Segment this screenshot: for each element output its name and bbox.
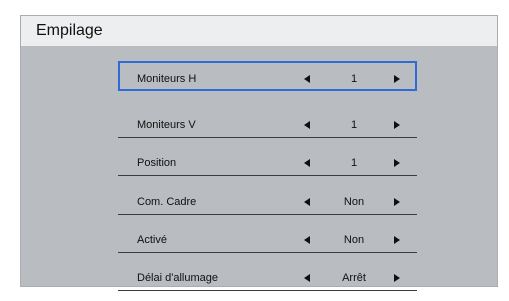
setting-label: Délai d'allumage (137, 272, 218, 285)
stacking-menu-panel: Empilage Moniteurs H 1 Moniteurs V 1 Pos… (20, 15, 498, 292)
screen: Empilage Moniteurs H 1 Moniteurs V 1 Pos… (0, 0, 509, 301)
decrease-arrow-icon[interactable] (304, 120, 310, 129)
decrease-arrow-icon[interactable] (304, 235, 310, 244)
menu-title-bar: Empilage (21, 16, 497, 46)
decrease-arrow-icon[interactable] (304, 159, 310, 168)
setting-row-power-on-delay[interactable]: Délai d'allumage Arrêt (118, 253, 417, 292)
increase-arrow-icon[interactable] (394, 120, 400, 129)
increase-arrow-icon[interactable] (394, 235, 400, 244)
setting-row-frame-comp[interactable]: Com. Cadre Non (118, 176, 417, 215)
setting-value: Arrêt (342, 272, 366, 285)
setting-value: Non (343, 233, 365, 246)
increase-arrow-icon[interactable] (394, 197, 400, 206)
setting-value: 1 (350, 73, 358, 85)
increase-arrow-icon[interactable] (394, 274, 400, 283)
increase-arrow-icon[interactable] (394, 75, 400, 83)
setting-row-position[interactable]: Position 1 (118, 138, 417, 177)
setting-label: Moniteurs H (137, 73, 197, 85)
setting-label: Moniteurs V (137, 118, 196, 131)
setting-value: 1 (350, 118, 358, 131)
setting-label: Activé (137, 233, 167, 246)
increase-arrow-icon[interactable] (394, 159, 400, 168)
setting-row-enabled[interactable]: Activé Non (118, 215, 417, 253)
setting-label: Position (137, 157, 177, 170)
menu-title: Empilage (36, 22, 103, 39)
setting-value: 1 (350, 157, 358, 170)
settings-list: Moniteurs H 1 Moniteurs V 1 Position 1 C… (118, 61, 417, 292)
setting-row-monitors-h[interactable]: Moniteurs H 1 (118, 61, 417, 91)
setting-value: Non (343, 195, 365, 208)
setting-row-monitors-v[interactable]: Moniteurs V 1 (118, 99, 417, 138)
decrease-arrow-icon[interactable] (304, 274, 310, 283)
decrease-arrow-icon[interactable] (304, 75, 310, 83)
decrease-arrow-icon[interactable] (304, 197, 310, 206)
setting-label: Com. Cadre (137, 195, 197, 208)
